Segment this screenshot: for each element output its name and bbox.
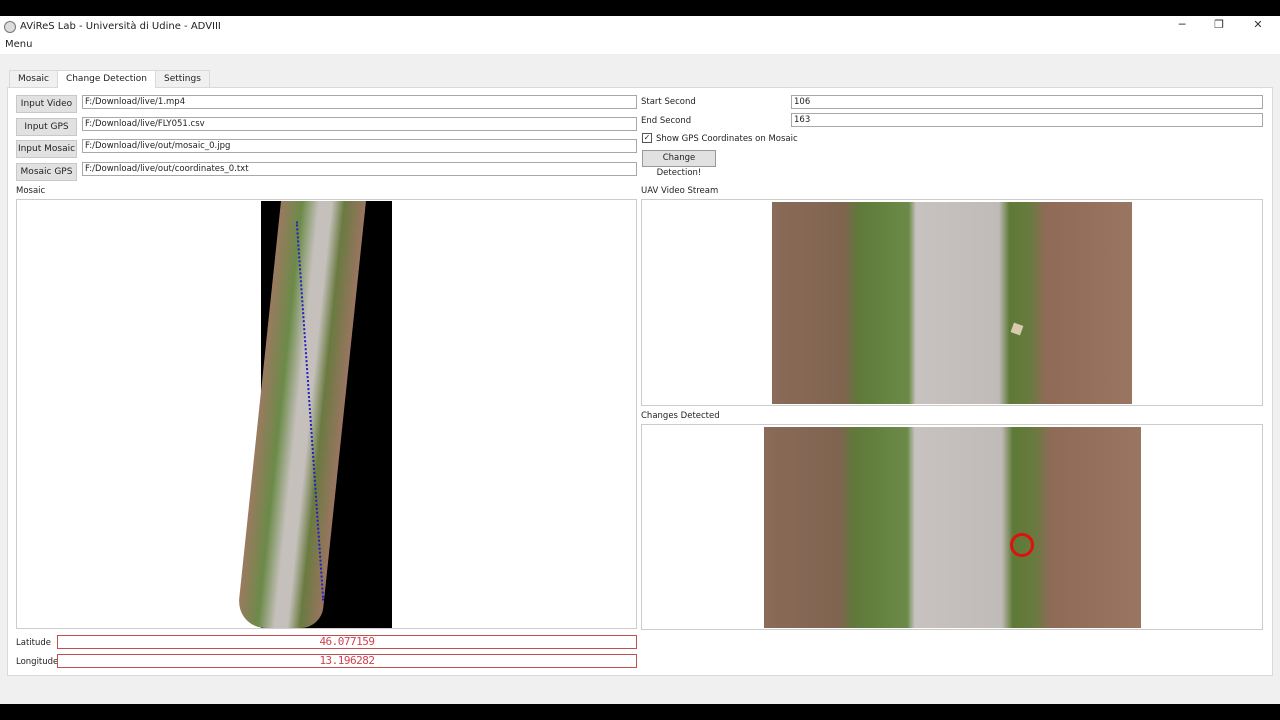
show-gps-checkbox[interactable]: ✓ (642, 133, 652, 143)
stream-section-label: UAV Video Stream (641, 186, 719, 196)
input-gps-field[interactable]: F:/Download/live/FLY051.csv (82, 117, 637, 131)
end-second-field[interactable]: 163 (791, 113, 1263, 127)
tab-change-detection[interactable]: Change Detection (56, 70, 156, 88)
object-in-frame (1010, 322, 1024, 336)
input-mosaic-button[interactable]: Input Mosaic (16, 140, 77, 158)
mosaic-strip (236, 201, 366, 628)
minimize-button[interactable]: ─ (1162, 18, 1202, 31)
menu-item[interactable]: Menu (5, 39, 32, 50)
tab-settings[interactable]: Settings (154, 70, 210, 87)
mosaic-gps-field[interactable]: F:/Download/live/out/coordinates_0.txt (82, 162, 637, 176)
show-gps-label: Show GPS Coordinates on Mosaic (656, 134, 798, 144)
input-video-field[interactable]: F:/Download/live/1.mp4 (82, 95, 637, 109)
changes-detected-view (641, 424, 1263, 630)
video-stream-view (641, 199, 1263, 406)
video-frame (772, 202, 1132, 404)
window-title: AViReS Lab - Università di Udine - ADVII… (20, 21, 221, 32)
changes-frame (764, 427, 1141, 628)
changes-section-label: Changes Detected (641, 411, 720, 421)
input-video-button[interactable]: Input Video (16, 95, 77, 113)
title-bar: AViReS Lab - Università di Udine - ADVII… (0, 16, 1280, 37)
tab-mosaic[interactable]: Mosaic (9, 70, 58, 87)
close-button[interactable]: ✕ (1238, 18, 1278, 31)
latitude-display: 46.077159 (57, 635, 637, 649)
start-second-field[interactable]: 106 (791, 95, 1263, 109)
mosaic-gps-button[interactable]: Mosaic GPS (16, 163, 77, 181)
change-detection-button[interactable]: Change Detection! (642, 150, 716, 178)
tab-bar: Mosaic Change Detection Settings (9, 70, 210, 88)
mosaic-section-label: Mosaic (16, 186, 46, 196)
latitude-label: Latitude (16, 638, 51, 648)
input-mosaic-field[interactable]: F:/Download/live/out/mosaic_0.jpg (82, 139, 637, 153)
longitude-display: 13.196282 (57, 654, 637, 668)
longitude-label: Longitude (16, 657, 59, 667)
detection-circle (1010, 533, 1034, 557)
app-logo-icon (4, 20, 16, 33)
input-gps-button[interactable]: Input GPS (16, 118, 77, 136)
end-second-label: End Second (641, 116, 692, 126)
start-second-label: Start Second (641, 97, 696, 107)
mosaic-view (16, 199, 637, 629)
mosaic-image (236, 201, 392, 628)
maximize-button[interactable]: ❐ (1199, 18, 1239, 31)
